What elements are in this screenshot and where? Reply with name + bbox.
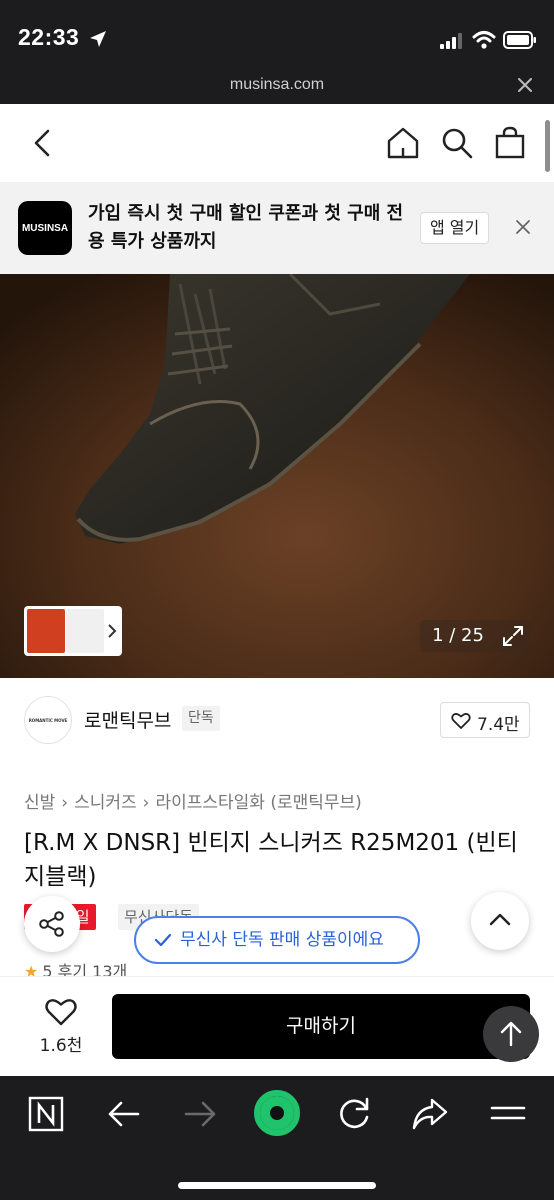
brand-like-button[interactable]: 7.4만 [440,702,530,738]
chevron-right-icon[interactable] [106,623,118,639]
breadcrumb-item[interactable]: 라이프스타일화 (로맨틱무브) [155,793,361,813]
share-button[interactable] [24,896,80,952]
banner-message: 가입 즉시 첫 구매 할인 쿠폰과 첫 구매 전용 특가 상품까지 [88,203,404,252]
green-dot-icon[interactable] [254,1090,300,1136]
musinsa-logo: MUSINSA [18,201,72,255]
wishlist-button[interactable]: 1.6천 [28,995,94,1061]
battery-icon [503,31,536,49]
chevron-right-icon: › [61,793,69,813]
exclusive-toast: 무신사 단독 판매 상품이에요 [134,916,420,964]
close-icon[interactable] [518,78,532,92]
brand-avatar[interactable]: ROMANTIC MOVE [24,696,72,744]
arrow-up-icon [500,1021,522,1047]
naver-tabs-icon[interactable] [26,1094,66,1134]
thumbnail-image[interactable] [66,609,104,653]
heart-icon [451,713,471,729]
url-text[interactable]: musinsa.com [0,76,554,94]
search-icon[interactable] [440,126,474,160]
breadcrumb-item[interactable]: 스니커즈 [74,793,137,813]
purchase-bar: 1.6천 구매하기 [0,976,554,1076]
location-arrow-icon [90,31,106,47]
share-arrow-icon[interactable] [410,1094,450,1134]
toast-message: 무신사 단독 판매 상품이에요 [180,930,384,950]
open-app-button[interactable]: 앱 열기 [420,212,490,244]
brand-like-count: 7.4만 [477,715,520,735]
scroll-indicator [545,120,550,172]
buy-button[interactable]: 구매하기 [112,994,530,1059]
url-bar[interactable]: musinsa.com [0,68,554,104]
expand-button[interactable] [496,620,530,652]
app-install-banner: MUSINSA 가입 즉시 첫 구매 할인 쿠폰과 첫 구매 전용 특가 상품까… [0,182,554,274]
thumbnail-strip[interactable] [24,606,122,656]
menu-icon[interactable] [488,1094,528,1134]
shopping-bag-icon[interactable] [494,126,526,160]
product-title: [R.M X DNSR] 빈티지 스니커즈 R25M201 (빈티지블랙) [24,830,518,890]
close-icon[interactable] [514,218,532,236]
chevron-right-icon: › [142,793,150,813]
cellular-signal-icon [440,33,462,49]
wifi-icon [472,31,496,49]
home-icon[interactable] [386,126,420,160]
home-indicator [178,1182,376,1189]
wishlist-count: 1.6천 [39,1036,83,1056]
collapse-button[interactable] [471,892,529,950]
site-header [0,104,554,182]
reload-icon[interactable] [334,1094,374,1134]
scroll-to-top-button[interactable] [483,1006,539,1062]
image-counter: 1 / 25 [420,620,496,652]
back-arrow-icon[interactable] [104,1094,144,1134]
back-arrow-icon[interactable] [30,128,56,158]
check-icon [154,933,172,947]
exclusive-tag: 단독 [182,706,220,731]
brand-name[interactable]: 로맨틱무브 [84,706,171,733]
breadcrumb: 신발 › 스니커즈 › 라이프스타일화 (로맨틱무브) [24,788,362,813]
product-image-gallery[interactable]: 1 / 25 [0,274,554,678]
thumbnail-image[interactable] [27,609,65,653]
breadcrumb-item[interactable]: 신발 [24,793,55,813]
status-bar: 22:33 [0,0,554,68]
chevron-up-icon [489,913,511,926]
share-icon [39,911,64,937]
status-time: 22:33 [18,24,80,50]
expand-icon [503,626,523,646]
screen: 22:33 musinsa.com MUSINSA 가입 즉시 첫 구매 할인 … [0,0,554,1200]
heart-icon [45,999,77,1026]
forward-arrow-icon[interactable] [180,1094,220,1134]
